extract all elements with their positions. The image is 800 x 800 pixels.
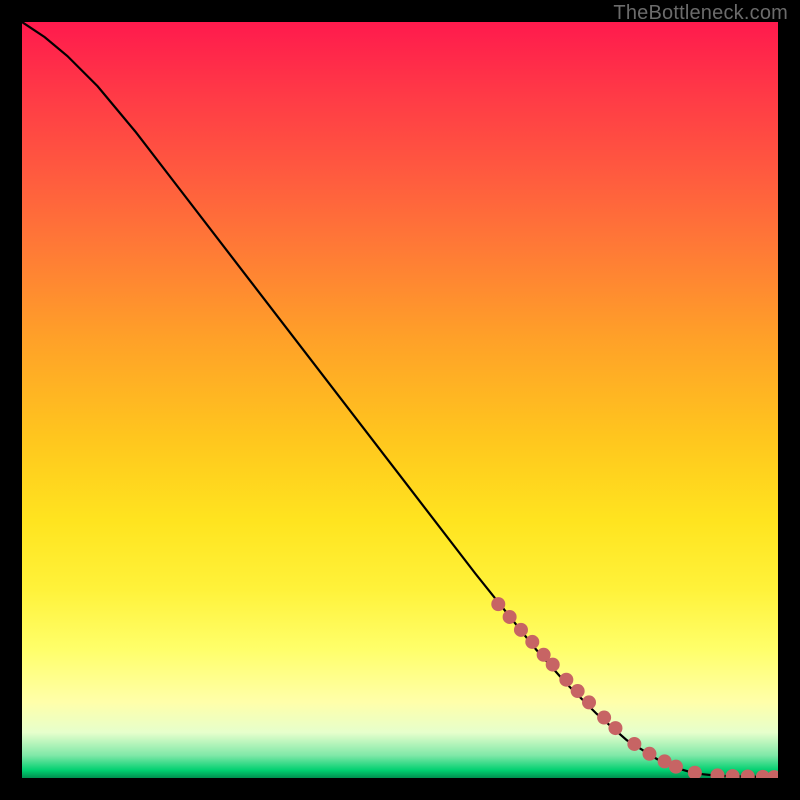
data-marker <box>688 766 702 778</box>
data-marker <box>767 770 778 778</box>
data-marker <box>491 597 505 611</box>
data-marker <box>525 635 539 649</box>
data-marker <box>571 684 585 698</box>
data-marker <box>608 721 622 735</box>
data-marker <box>597 711 611 725</box>
data-marker <box>669 760 683 774</box>
plot-area <box>22 22 778 778</box>
data-marker <box>711 768 725 778</box>
chart-svg <box>22 22 778 778</box>
data-marker <box>559 673 573 687</box>
marker-group <box>491 597 778 778</box>
data-marker <box>582 695 596 709</box>
bottleneck-curve-line <box>22 22 778 777</box>
attribution-text: TheBottleneck.com <box>613 2 788 25</box>
data-marker <box>741 769 755 778</box>
data-marker <box>627 737 641 751</box>
data-marker <box>726 769 740 778</box>
data-marker <box>642 747 656 761</box>
data-marker <box>503 610 517 624</box>
data-marker <box>546 658 560 672</box>
data-marker <box>514 623 528 637</box>
